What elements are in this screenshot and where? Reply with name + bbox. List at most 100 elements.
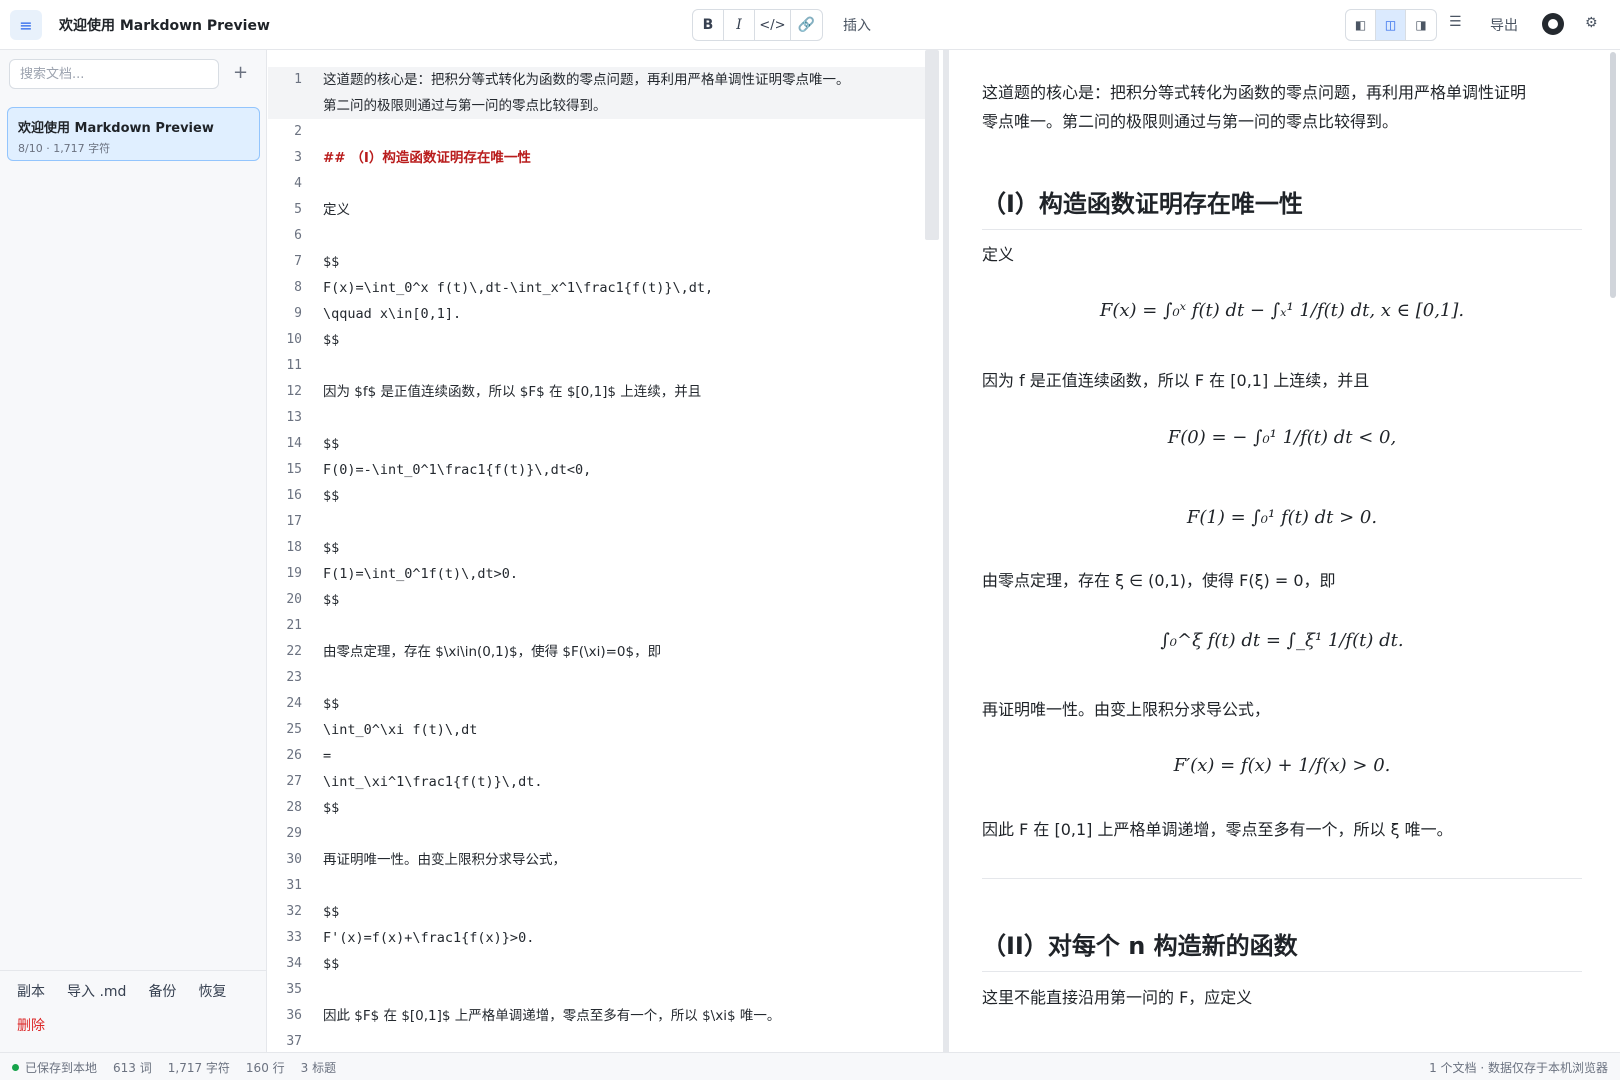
editor-line[interactable]: 15 F(0)=-\int_0^1\frac1{f(t)}\,dt<0, xyxy=(268,457,930,483)
editor-line[interactable]: 27 \int_\xi^1\frac1{f(t)}\,dt. xyxy=(268,769,930,795)
editor-line[interactable]: 第二问的极限则通过与第一问的零点比较得到。 xyxy=(268,93,930,119)
editor-line[interactable]: 7 $$ xyxy=(268,249,930,275)
markdown-editor[interactable]: 1 这道题的核心是：把积分等式转化为函数的零点问题，再利用严格单调性证明零点唯一。… xyxy=(268,50,943,1052)
restore-button[interactable]: 恢复 xyxy=(198,981,226,1001)
editor-line[interactable]: 30 再证明唯一性。由变上限积分求导公式， xyxy=(268,847,930,873)
sidebar: + 欢迎使用 Markdown Preview 8/10 · 1,717 字符 … xyxy=(0,50,267,1052)
preview-scrollbar[interactable] xyxy=(1610,52,1616,298)
preview-paragraph: 因此 F 在 [0,1] 上严格单调递增，零点至多有一个，所以 ξ 唯一。 xyxy=(982,820,1453,839)
insert-button[interactable]: 插入 xyxy=(843,15,871,35)
editor-line[interactable]: 31 xyxy=(268,873,930,899)
line-text: \qquad x\in[0,1]. xyxy=(323,306,462,322)
math-block: F(0) = − ∫₀¹ 1/f(t) dt < 0, xyxy=(1167,427,1397,448)
line-number: 11 xyxy=(286,358,302,373)
export-button[interactable]: 导出 xyxy=(1490,15,1518,35)
view-mode-toggle: ◧ ◫ ◨ xyxy=(1345,9,1437,41)
editor-line[interactable]: 24 $$ xyxy=(268,691,930,717)
editor-line[interactable]: 33 F'(x)=f(x)+\frac1{f(x)}>0. xyxy=(268,925,930,951)
editor-line[interactable]: 35 xyxy=(268,977,930,1003)
editor-line[interactable]: 14 $$ xyxy=(268,431,930,457)
editor-line[interactable]: 32 $$ xyxy=(268,899,930,925)
editor-line[interactable]: 8 F(x)=\int_0^x f(t)\,dt-\int_x^1\frac1{f… xyxy=(268,275,930,301)
code-button[interactable]: </> xyxy=(755,10,791,40)
math-block: F′(x) = f(x) + 1/f(x) > 0. xyxy=(1173,755,1391,776)
delete-button[interactable]: 删除 xyxy=(17,1015,250,1035)
line-text: 因此 $F$ 在 $[0,1]$ 上严格单调递增，零点至多有一个，所以 $\xi… xyxy=(323,1008,781,1024)
editor-line[interactable]: 29 xyxy=(268,821,930,847)
preview-only-icon[interactable]: ◨ xyxy=(1406,10,1436,40)
heading-count: 3 标题 xyxy=(300,1061,337,1075)
math-block: F(1) = ∫₀¹ f(t) dt > 0. xyxy=(1186,507,1378,528)
import-md-button[interactable]: 导入 .md xyxy=(67,981,126,1001)
line-number: 31 xyxy=(286,878,302,893)
saved-status: 已保存到本地 xyxy=(25,1061,98,1075)
editor-line[interactable]: 17 xyxy=(268,509,930,535)
editor-line[interactable]: 10 $$ xyxy=(268,327,930,353)
link-icon[interactable]: 🔗 xyxy=(791,10,822,40)
editor-line[interactable]: 34 $$ xyxy=(268,951,930,977)
line-number: 12 xyxy=(286,384,302,399)
editor-scrollbar[interactable] xyxy=(925,50,939,240)
gear-icon[interactable]: ⚙ xyxy=(1585,15,1598,31)
line-text: 由零点定理，存在 $\xi\in(0,1)$，使得 $F(\xi)=0$，即 xyxy=(323,644,662,660)
status-bar: 已保存到本地 613 词 1,717 字符 160 行 3 标题 1 个文档 ·… xyxy=(0,1052,1620,1080)
editor-line[interactable]: 11 xyxy=(268,353,930,379)
editor-line[interactable]: 18 $$ xyxy=(268,535,930,561)
editor-line[interactable]: 3 ## （I）构造函数证明存在唯一性 xyxy=(268,145,930,171)
editor-line[interactable]: 6 xyxy=(268,223,930,249)
editor-line[interactable]: 36 因此 $F$ 在 $[0,1]$ 上严格单调递增，零点至多有一个，所以 $\… xyxy=(268,1003,930,1029)
line-number: 16 xyxy=(286,488,302,503)
line-text: $$ xyxy=(323,254,340,270)
line-text: $$ xyxy=(323,540,340,556)
document-list-item[interactable]: 欢迎使用 Markdown Preview 8/10 · 1,717 字符 xyxy=(7,107,260,161)
line-number: 9 xyxy=(294,306,302,321)
line-number: 25 xyxy=(286,722,302,737)
editor-line[interactable]: 21 xyxy=(268,613,930,639)
copy-button[interactable]: 副本 xyxy=(17,981,45,1001)
line-number: 30 xyxy=(286,852,302,867)
line-number: 36 xyxy=(286,1008,302,1023)
preview-paragraph: 这里不能直接沿用第一问的 F，应定义 xyxy=(982,988,1253,1007)
editor-line[interactable]: 5 定义 xyxy=(268,197,930,223)
editor-line[interactable]: 23 xyxy=(268,665,930,691)
line-number: 5 xyxy=(294,202,302,217)
editor-line[interactable]: 37 xyxy=(268,1029,930,1052)
editor-line[interactable]: 12 因为 $f$ 是正值连续函数，所以 $F$ 在 $[0,1]$ 上连续，并且 xyxy=(268,379,930,405)
menu-icon[interactable]: ≡ xyxy=(10,10,42,40)
word-count: 613 词 xyxy=(113,1061,152,1075)
editor-line[interactable]: 19 F(1)=\int_0^1f(t)\,dt>0. xyxy=(268,561,930,587)
line-number: 15 xyxy=(286,462,302,477)
editor-line[interactable]: 28 $$ xyxy=(268,795,930,821)
editor-line[interactable]: 1 这道题的核心是：把积分等式转化为函数的零点问题，再利用严格单调性证明零点唯一。 xyxy=(268,67,930,93)
toc-icon[interactable]: ☰ xyxy=(1449,14,1462,30)
line-text: F(x)=\int_0^x f(t)\,dt-\int_x^1\frac1{f(… xyxy=(323,280,714,296)
search-input[interactable] xyxy=(9,59,219,89)
editor-line[interactable]: 2 xyxy=(268,119,930,145)
editor-only-icon[interactable]: ◧ xyxy=(1346,10,1376,40)
editor-line[interactable]: 26 = xyxy=(268,743,930,769)
editor-line[interactable]: 9 \qquad x\in[0,1]. xyxy=(268,301,930,327)
math-block: ∫₀^ξ f(t) dt = ∫_ξ¹ 1/f(t) dt. xyxy=(1160,630,1404,651)
line-text: $$ xyxy=(323,904,340,920)
editor-line[interactable]: 16 $$ xyxy=(268,483,930,509)
backup-button[interactable]: 备份 xyxy=(148,981,176,1001)
add-document-button[interactable]: + xyxy=(233,62,248,83)
editor-line[interactable]: 22 由零点定理，存在 $\xi\in(0,1)$，使得 $F(\xi)=0$，即 xyxy=(268,639,930,665)
editor-line[interactable]: 13 xyxy=(268,405,930,431)
italic-button[interactable]: I xyxy=(724,10,755,40)
bold-button[interactable]: B xyxy=(693,10,724,40)
preview-heading: （I）构造函数证明存在唯一性 xyxy=(982,184,1582,230)
divider xyxy=(982,878,1582,879)
line-text: $$ xyxy=(323,332,340,348)
markdown-preview: 这道题的核心是：把积分等式转化为函数的零点问题，再利用严格单调性证明 零点唯一。… xyxy=(949,50,1620,1052)
char-count: 1,717 字符 xyxy=(167,1061,230,1075)
editor-line[interactable]: 4 xyxy=(268,171,930,197)
line-number: 3 xyxy=(294,150,302,165)
line-number: 21 xyxy=(286,618,302,633)
github-icon[interactable] xyxy=(1542,13,1564,35)
split-view-icon[interactable]: ◫ xyxy=(1376,10,1406,40)
editor-line[interactable]: 20 $$ xyxy=(268,587,930,613)
editor-line[interactable]: 25 \int_0^\xi f(t)\,dt xyxy=(268,717,930,743)
preview-heading: （II）对每个 n 构造新的函数 xyxy=(982,926,1582,972)
line-text: F'(x)=f(x)+\frac1{f(x)}>0. xyxy=(323,930,535,946)
